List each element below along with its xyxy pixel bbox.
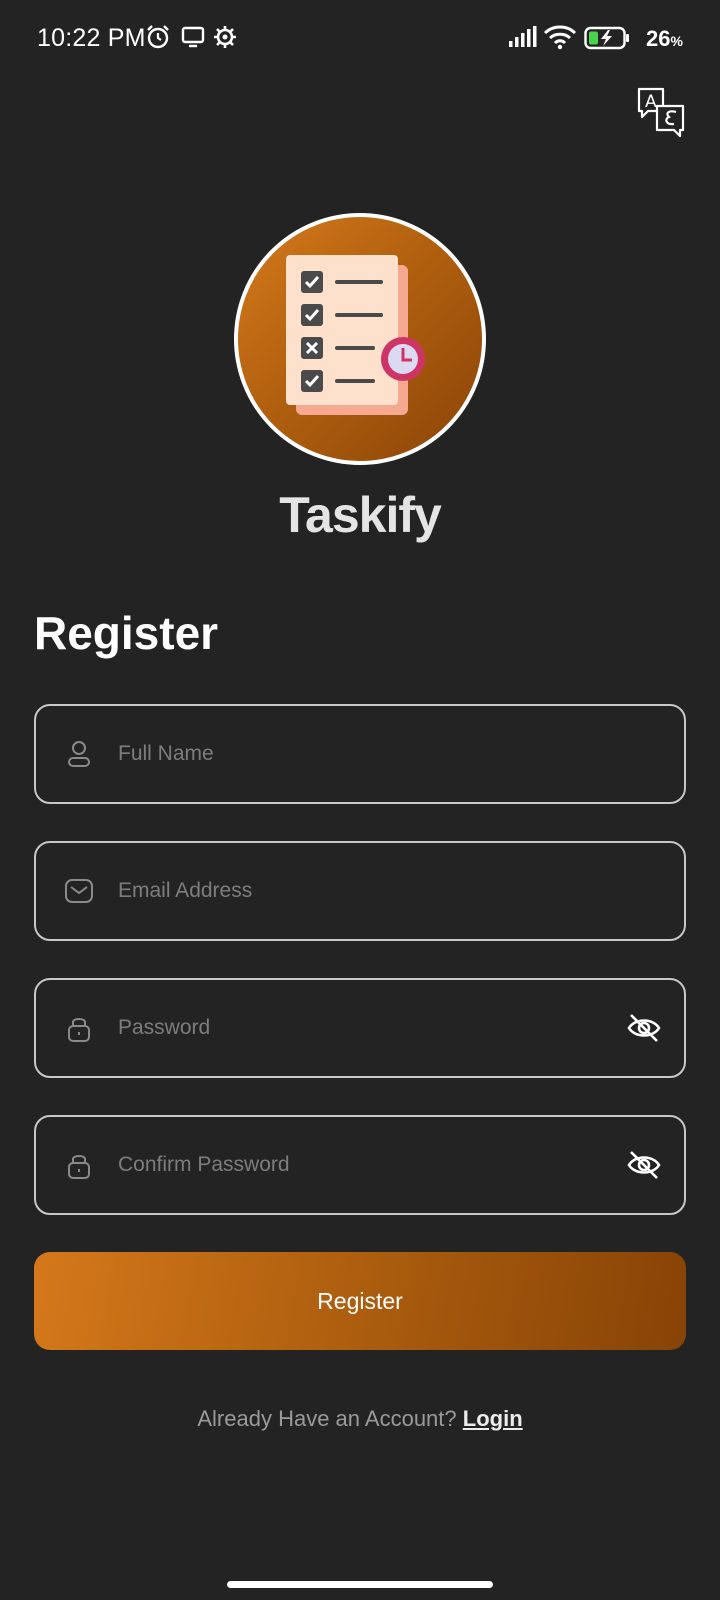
full-name-input[interactable] xyxy=(118,726,598,782)
signal-icon xyxy=(509,26,537,47)
checklist-clock-icon xyxy=(286,255,425,415)
home-indicator[interactable] xyxy=(227,1581,493,1588)
translate-icon[interactable]: A xyxy=(636,86,686,140)
password-field[interactable] xyxy=(34,978,686,1078)
login-link[interactable]: Login xyxy=(463,1406,523,1431)
screen-cast-icon xyxy=(181,26,205,48)
battery-charging-icon xyxy=(584,26,629,50)
app-logo xyxy=(234,213,486,465)
alarm-icon xyxy=(147,25,169,49)
battery-percent: 26% xyxy=(646,26,683,51)
wifi-icon xyxy=(543,25,577,50)
svg-text:A: A xyxy=(645,92,657,112)
lock-icon xyxy=(68,1155,90,1179)
mail-icon xyxy=(65,879,93,903)
eye-off-icon[interactable] xyxy=(626,1149,662,1181)
confirm-password-input[interactable] xyxy=(118,1137,598,1193)
email-field[interactable] xyxy=(34,841,686,941)
register-screen: 10:22 PM 26% A Taskify Register Full Nam… xyxy=(0,0,720,1600)
login-prompt-text: Already Have an Account? xyxy=(197,1406,457,1431)
login-prompt-row: Already Have an Account? Login xyxy=(0,1406,720,1432)
settings-icon xyxy=(214,26,236,48)
eye-off-icon[interactable] xyxy=(626,1012,662,1044)
confirm-password-field[interactable] xyxy=(34,1115,686,1215)
lock-icon xyxy=(68,1018,90,1042)
register-button[interactable]: Register xyxy=(34,1252,686,1350)
app-name: Taskify xyxy=(279,487,442,543)
page-title: Register xyxy=(34,607,219,659)
full-name-field[interactable] xyxy=(34,704,686,804)
status-bar: 10:22 PM 26% xyxy=(0,0,720,80)
email-input[interactable] xyxy=(118,863,598,919)
user-icon xyxy=(68,741,90,767)
password-input[interactable] xyxy=(118,1000,598,1056)
status-time: 10:22 PM xyxy=(37,24,146,52)
